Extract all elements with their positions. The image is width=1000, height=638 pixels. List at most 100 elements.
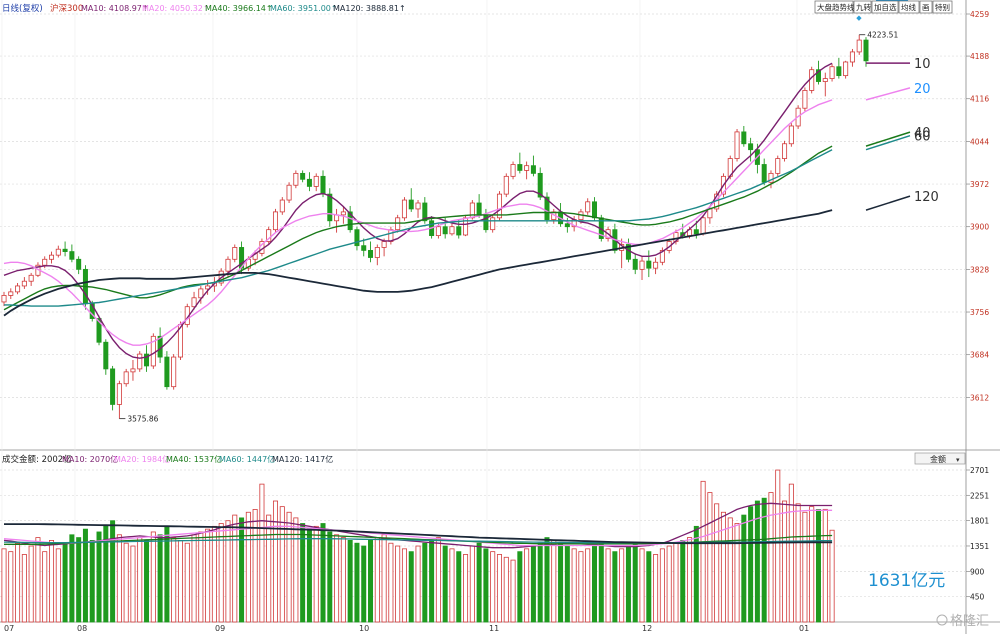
volume-bar	[802, 511, 808, 623]
volume-bar	[524, 548, 530, 623]
ma-legend-item: MA10: 4108.97↑	[81, 4, 149, 13]
candle-body	[8, 291, 14, 296]
candle-body	[42, 258, 48, 266]
ma-legend-item: MA120: 3888.81↑	[333, 4, 406, 13]
volume-bar	[639, 548, 645, 623]
volume-bar	[49, 540, 55, 623]
candle-body	[28, 274, 34, 282]
volume-bar	[748, 506, 754, 623]
candle-body	[415, 202, 421, 210]
volume-bar	[28, 545, 34, 623]
candle-body	[232, 247, 238, 260]
y-tick-label: 3612	[970, 393, 989, 402]
candle-body	[693, 229, 699, 235]
candle-body	[843, 61, 849, 77]
toolbar: 大盘趋势线 九转 加自选 均线画特别	[814, 0, 953, 14]
volume-bar	[693, 525, 699, 623]
volume-bar	[429, 540, 435, 623]
y-tick-label: 4116	[970, 95, 989, 104]
volume-bar	[727, 517, 733, 623]
candle-body	[748, 143, 754, 151]
volume-bar	[700, 480, 706, 623]
volume-bar	[368, 540, 374, 623]
volume-bar	[327, 531, 333, 623]
candle-body	[782, 143, 788, 159]
candle-body	[381, 241, 387, 248]
volume-legend-item: MA60: 1447亿	[219, 454, 275, 464]
candle-body	[286, 184, 292, 201]
volume-bar	[293, 517, 299, 623]
volume-bar	[782, 500, 788, 623]
volume-bar	[8, 551, 14, 623]
candle-body	[123, 371, 129, 385]
volume-bar	[374, 537, 380, 623]
candle-body	[585, 201, 591, 213]
chevron-down-icon: ▾	[956, 456, 960, 464]
candle-body	[110, 368, 116, 405]
y-tick-label: 3972	[970, 180, 989, 189]
volume-bar	[707, 492, 713, 623]
candle-body	[164, 356, 170, 388]
candle-body	[293, 172, 299, 186]
candle-body	[225, 258, 231, 272]
candle-body	[856, 39, 862, 53]
candle-body	[653, 261, 659, 269]
candle-body	[408, 199, 414, 210]
volume-bar	[1, 548, 7, 623]
candle-body	[863, 39, 869, 62]
volume-bar	[184, 542, 190, 623]
y-axis: 4259 4188 4116 4044 3972 3900 3828 3756 3684 3612…	[966, 10, 989, 602]
volume-bar	[673, 542, 679, 623]
diamond-icon: ◆	[856, 14, 862, 22]
ma-tag-label: 60	[914, 130, 931, 145]
volume-bar	[449, 548, 455, 623]
candle-body	[279, 199, 285, 213]
volume-bar	[252, 509, 258, 623]
ma-legend: MA10: 4108.97↑MA20: 4050.32↑MA40: 3966.1…	[81, 4, 406, 13]
volume-bar	[388, 542, 394, 623]
volume-bar	[408, 551, 414, 623]
volume-bar	[96, 531, 102, 623]
candle-body	[368, 250, 374, 258]
volume-annotation: 1631亿元	[868, 571, 945, 591]
candle-body	[340, 211, 346, 216]
candle-body	[741, 131, 747, 145]
volume-bar	[198, 531, 204, 623]
candle-body	[401, 199, 407, 219]
volume-bar	[517, 551, 523, 623]
volume-bar	[490, 551, 496, 623]
volume-bar	[680, 540, 686, 623]
volume-bar	[619, 548, 625, 623]
volume-bar	[741, 514, 747, 623]
volume-bar	[551, 540, 557, 623]
candle-body	[836, 66, 842, 77]
volume-bar	[150, 531, 156, 623]
volume-bar	[625, 545, 631, 623]
volume-bar	[347, 540, 353, 623]
volume-bar	[62, 542, 68, 623]
candle-body	[15, 285, 21, 293]
volume-bar	[775, 469, 781, 623]
volume-bar	[15, 542, 21, 623]
volume-bar	[591, 545, 598, 623]
volume-bar	[76, 537, 82, 623]
candle-body	[524, 165, 530, 171]
volume-bar	[116, 534, 122, 623]
candle-body	[456, 226, 462, 236]
volume-bar	[354, 542, 360, 623]
candle-body	[55, 248, 61, 256]
y-tick-label: 3756	[970, 308, 989, 317]
candle-body	[530, 165, 536, 174]
volume-bar	[537, 542, 543, 623]
candle-body	[130, 368, 136, 373]
candle-body	[374, 247, 380, 258]
volume-legend-item: MA40: 1537亿	[166, 454, 222, 464]
volume-bar	[89, 540, 95, 623]
candle-body	[361, 245, 367, 251]
volume-bar	[232, 514, 238, 623]
volume-bar	[822, 508, 828, 623]
candle-body	[137, 353, 143, 370]
volume-bar	[266, 514, 272, 623]
candle-body	[809, 69, 815, 91]
y-tick-label: 1351	[970, 542, 989, 551]
